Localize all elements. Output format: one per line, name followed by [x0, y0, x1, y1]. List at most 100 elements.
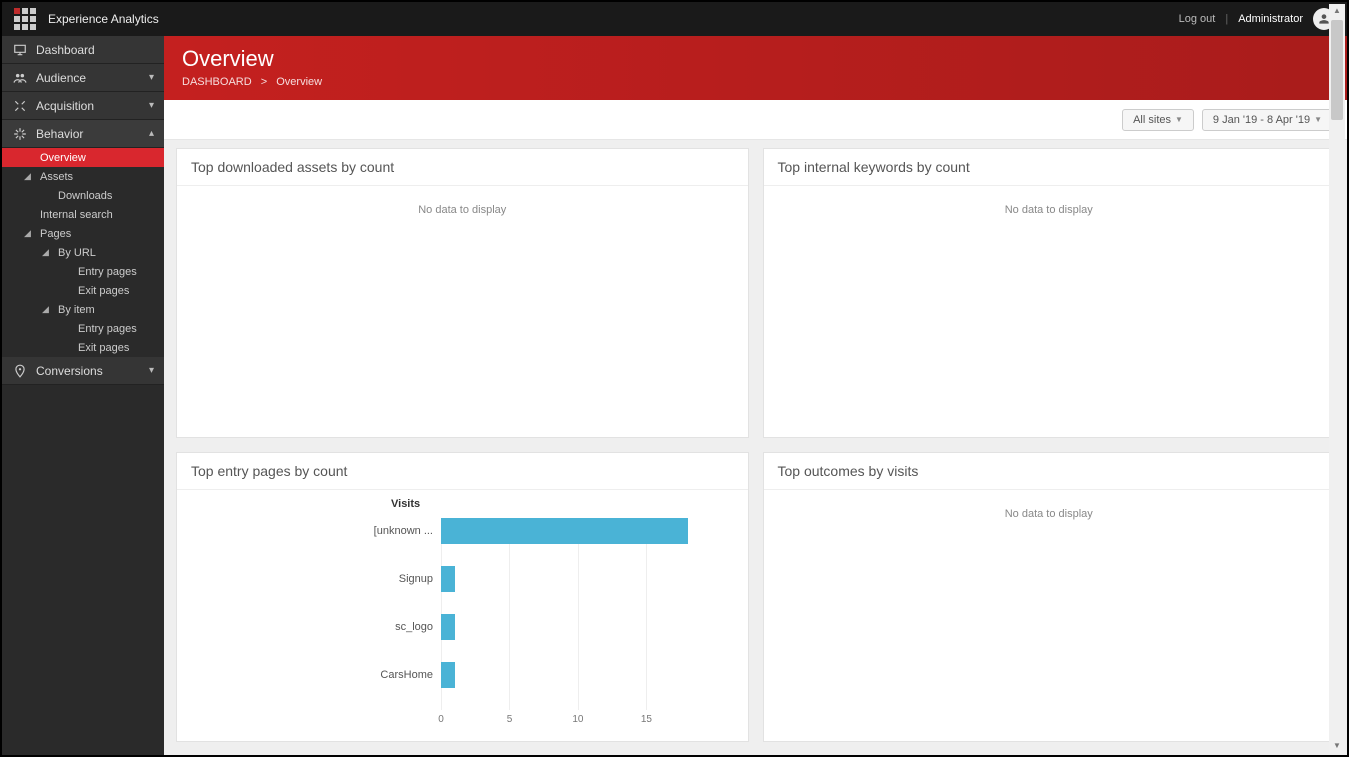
panel-top-entry-pages: Top entry pages by count Visits [unknown… — [176, 452, 749, 742]
behavior-icon — [12, 127, 28, 141]
user-name: Administrator — [1238, 13, 1303, 25]
dashboard-grid: Top downloaded assets by count No data t… — [164, 140, 1347, 755]
chart-category-label: CarsHome — [225, 669, 433, 681]
date-range-dropdown[interactable]: 9 Jan '19 - 8 Apr '19 ▼ — [1202, 109, 1333, 131]
chart-bar[interactable] — [441, 566, 455, 592]
subnav-downloads[interactable]: Downloads — [2, 186, 164, 205]
top-bar: Experience Analytics Log out | Administr… — [2, 2, 1347, 36]
sidebar-item-label: Acquisition — [36, 99, 94, 113]
tree-collapse-icon[interactable]: ◢ — [24, 228, 31, 239]
empty-message: No data to display — [764, 508, 1335, 520]
subnav-pages[interactable]: ◢ Pages — [2, 224, 164, 243]
chevron-down-icon: ▼ — [1314, 115, 1322, 124]
chevron-down-icon: ▾ — [149, 72, 154, 83]
sidebar-item-audience[interactable]: Audience ▾ — [2, 64, 164, 92]
chart-bar-row: sc_logo — [441, 614, 688, 640]
subnav-label: Pages — [40, 228, 71, 240]
expand-icon — [12, 99, 28, 113]
subnav-label: Internal search — [40, 209, 113, 221]
chart-bar-row: Signup — [441, 566, 688, 592]
subnav-internal-search[interactable]: Internal search — [2, 205, 164, 224]
subnav-by-item[interactable]: ◢ By item — [2, 300, 164, 319]
app-logo-icon — [14, 8, 36, 30]
subnav-by-url-exit[interactable]: Exit pages — [2, 281, 164, 300]
sidebar: Dashboard Audience ▾ Acquisition ▾ Behav… — [2, 36, 164, 755]
sidebar-item-label: Behavior — [36, 127, 83, 141]
chart-x-tick: 0 — [438, 714, 444, 725]
subnav-by-item-entry[interactable]: Entry pages — [2, 319, 164, 338]
subnav-label: By item — [58, 304, 95, 316]
sidebar-item-label: Audience — [36, 71, 86, 85]
sidebar-item-dashboard[interactable]: Dashboard — [2, 36, 164, 64]
subnav-label: Entry pages — [78, 323, 137, 335]
toolbar: All sites ▼ 9 Jan '19 - 8 Apr '19 ▼ — [164, 100, 1347, 140]
sidebar-item-conversions[interactable]: Conversions ▾ — [2, 357, 164, 385]
subnav-assets[interactable]: ◢ Assets — [2, 167, 164, 186]
topbar-right: Log out | Administrator — [1179, 8, 1335, 30]
panel-title: Top entry pages by count — [177, 453, 748, 490]
subnav-label: Entry pages — [78, 266, 137, 278]
empty-message: No data to display — [177, 204, 748, 216]
subnav-label: Downloads — [58, 190, 112, 202]
chart-bar[interactable] — [441, 614, 455, 640]
subnav-by-url[interactable]: ◢ By URL — [2, 243, 164, 262]
scroll-thumb[interactable] — [1331, 20, 1343, 120]
chart-category-label: Signup — [225, 573, 433, 585]
breadcrumb-root[interactable]: DASHBOARD — [182, 76, 252, 88]
tree-collapse-icon[interactable]: ◢ — [42, 247, 49, 258]
tree-collapse-icon[interactable]: ◢ — [24, 171, 31, 182]
subnav-label: Exit pages — [78, 342, 129, 354]
sidebar-item-label: Dashboard — [36, 43, 95, 57]
chart-x-tick: 15 — [641, 714, 652, 725]
panel-title: Top downloaded assets by count — [177, 149, 748, 186]
scroll-up-icon[interactable]: ▲ — [1329, 4, 1345, 18]
chart-bar-row: CarsHome — [441, 662, 688, 688]
main-content: Overview DASHBOARD > Overview All sites … — [164, 36, 1347, 755]
chart-y-label: Visits — [191, 498, 420, 510]
chevron-down-icon: ▾ — [149, 365, 154, 376]
panel-title: Top outcomes by visits — [764, 453, 1335, 490]
page-title: Overview — [182, 46, 1329, 72]
app-title: Experience Analytics — [48, 12, 159, 26]
chart-bar[interactable] — [441, 518, 688, 544]
scroll-down-icon[interactable]: ▼ — [1329, 739, 1345, 753]
chart-bar-row: [unknown ... — [441, 518, 688, 544]
sidebar-item-acquisition[interactable]: Acquisition ▾ — [2, 92, 164, 120]
sites-filter-dropdown[interactable]: All sites ▼ — [1122, 109, 1194, 131]
subnav-label: By URL — [58, 247, 96, 259]
chevron-down-icon: ▾ — [149, 100, 154, 111]
subnav-by-item-exit[interactable]: Exit pages — [2, 338, 164, 357]
breadcrumb-separator: > — [261, 76, 267, 88]
chevron-down-icon: ▼ — [1175, 115, 1183, 124]
sidebar-item-behavior[interactable]: Behavior ▴ — [2, 120, 164, 148]
breadcrumb-current: Overview — [276, 76, 322, 88]
empty-message: No data to display — [764, 204, 1335, 216]
subnav-label: Overview — [40, 152, 86, 164]
chevron-up-icon: ▴ — [149, 128, 154, 139]
logout-link[interactable]: Log out — [1179, 13, 1216, 25]
subnav-by-url-entry[interactable]: Entry pages — [2, 262, 164, 281]
subnav-overview[interactable]: Overview — [2, 148, 164, 167]
separator: | — [1225, 13, 1228, 25]
monitor-icon — [12, 43, 28, 57]
subnav-label: Assets — [40, 171, 73, 183]
entry-pages-chart: Visits [unknown ... Signup sc_logo CarsHome… — [177, 490, 748, 736]
breadcrumb: DASHBOARD > Overview — [182, 76, 1329, 88]
sites-filter-label: All sites — [1133, 114, 1171, 126]
tree-collapse-icon[interactable]: ◢ — [42, 304, 49, 315]
chart-category-label: [unknown ... — [225, 525, 433, 537]
chart-x-tick: 10 — [572, 714, 583, 725]
panel-top-downloaded-assets: Top downloaded assets by count No data t… — [176, 148, 749, 438]
chart-x-tick: 5 — [507, 714, 513, 725]
chart-bar[interactable] — [441, 662, 455, 688]
date-range-label: 9 Jan '19 - 8 Apr '19 — [1213, 114, 1310, 126]
subnav-label: Exit pages — [78, 285, 129, 297]
people-icon — [12, 71, 28, 85]
page-header: Overview DASHBOARD > Overview — [164, 36, 1347, 100]
vertical-scrollbar[interactable]: ▲ ▼ — [1329, 4, 1345, 753]
panel-title: Top internal keywords by count — [764, 149, 1335, 186]
panel-top-outcomes: Top outcomes by visits No data to displa… — [763, 452, 1336, 742]
conversions-icon — [12, 364, 28, 378]
sidebar-item-label: Conversions — [36, 364, 103, 378]
panel-top-internal-keywords: Top internal keywords by count No data t… — [763, 148, 1336, 438]
